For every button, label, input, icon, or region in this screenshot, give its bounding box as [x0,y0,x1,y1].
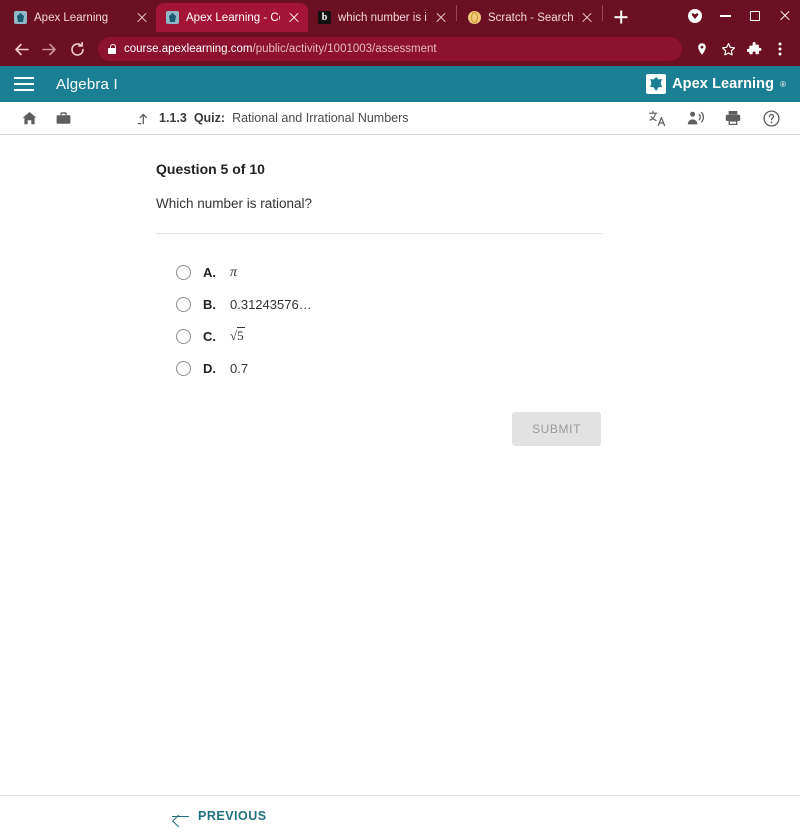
previous-label: PREVIOUS [198,809,267,823]
window-controls [680,3,800,32]
apex-favicon [14,11,27,24]
apex-favicon [166,11,179,24]
question-container: Question 5 of 10 Which number is rationa… [156,135,602,446]
tab-close-icon[interactable] [580,11,594,25]
tab-close-icon[interactable] [287,11,301,25]
activity-kind: Quiz: [193,111,226,125]
answer-option-b[interactable]: B. 0.31243576… [156,288,602,320]
option-letter: B. [203,296,216,312]
tab-title: Apex Learning [34,11,109,24]
browser-toolbar: course.apexlearning.com/public/activity/… [0,32,800,66]
radicand: 5 [237,327,245,343]
scratch-favicon [468,11,481,24]
breadcrumb: 1.1.3 Quiz: Rational and Irrational Numb… [134,109,409,127]
browser-tab-2[interactable]: Apex Learning - Course [156,3,308,32]
question-divider [156,233,602,234]
activity-tools [644,105,784,131]
tab-title: Apex Learning - Course [186,11,280,24]
answer-options: A. π B. 0.31243576… C. √5 D. 0.7 [156,256,602,384]
radio-button-b[interactable] [176,296,191,312]
radio-button-a[interactable] [176,264,191,280]
browser-tab-3[interactable]: which number is irratio [308,3,455,32]
extensions-icon[interactable] [742,37,766,61]
question-prompt: Which number is rational? [156,196,313,211]
close-window-button[interactable] [770,3,800,29]
arrow-left-icon [172,810,189,823]
submit-button[interactable]: SUBMIT [512,412,601,446]
browser-window: Apex Learning Apex Learning - Course whi… [0,0,800,836]
tab-title: Scratch - Search [488,11,573,24]
url-host: course.apexlearning.com [124,43,253,55]
read-aloud-icon[interactable] [682,105,708,131]
new-tab-button[interactable] [608,4,634,30]
radio-button-c[interactable] [176,328,191,344]
forward-button[interactable] [36,36,62,62]
secure-lock-icon [108,44,117,54]
tab-divider [456,5,457,21]
bing-favicon [318,11,331,24]
question-heading: Question 5 of 10 [156,161,265,177]
tab-close-icon[interactable] [135,11,149,25]
help-icon[interactable] [758,105,784,131]
radio-button-d[interactable] [176,360,191,376]
app-header: Algebra I Apex Learning ® [0,66,800,102]
option-letter: C. [203,328,216,344]
option-value-c: √5 [230,327,245,344]
apex-logo-trademark: ® [780,79,786,89]
browser-tab-4[interactable]: Scratch - Search [458,3,601,32]
answer-option-c[interactable]: C. √5 [156,320,602,352]
activity-number: 1.1.3 [159,111,187,125]
apex-logo-text: Apex Learning [672,76,775,92]
activity-subheader: 1.1.3 Quiz: Rational and Irrational Numb… [0,102,800,135]
square-root-symbol: √5 [230,327,245,343]
reload-button[interactable] [64,36,90,62]
option-letter: D. [203,360,216,376]
tab-divider [602,5,603,21]
print-icon[interactable] [720,105,746,131]
option-value-a: π [230,264,237,281]
briefcase-icon[interactable] [50,105,76,131]
submit-row: SUBMIT [156,412,602,446]
apex-learning-logo: Apex Learning ® [646,74,786,94]
previous-button[interactable]: PREVIOUS [172,809,267,823]
apex-learning-app: Algebra I Apex Learning ® 1.1.3 Quiz: Ra… [0,66,800,836]
chrome-menu-icon[interactable] [768,37,792,61]
option-letter: A. [203,264,216,280]
home-icon[interactable] [16,105,42,131]
option-value-b: 0.31243576… [230,296,312,312]
translate-icon[interactable] [644,105,670,131]
answer-option-a[interactable]: A. π [156,256,602,288]
activity-name: Rational and Irrational Numbers [232,111,409,125]
browser-tab-1[interactable]: Apex Learning [4,3,156,32]
pi-symbol: π [230,264,238,280]
address-bar[interactable]: course.apexlearning.com/public/activity/… [98,37,682,61]
minimize-window-button[interactable] [710,3,740,29]
address-bar-url: course.apexlearning.com/public/activity/… [124,43,437,55]
apex-logo-mark-icon [646,74,667,94]
browser-tab-strip: Apex Learning Apex Learning - Course whi… [0,0,800,32]
profile-avatar-icon[interactable] [680,3,710,29]
option-value-d: 0.7 [230,360,249,376]
question-content: Question 5 of 10 Which number is rationa… [0,135,800,795]
location-icon[interactable] [690,37,714,61]
hamburger-menu-icon[interactable] [14,77,34,91]
maximize-window-button[interactable] [740,3,770,29]
answer-option-d[interactable]: D. 0.7 [156,352,602,384]
activity-footer: PREVIOUS [0,795,800,836]
back-button[interactable] [8,36,34,62]
url-path: /public/activity/1001003/assessment [252,43,437,55]
bookmark-star-icon[interactable] [716,37,740,61]
tab-title: which number is irratio [338,11,427,24]
return-up-icon[interactable] [134,109,152,127]
course-title: Algebra I [56,75,118,93]
tab-close-icon[interactable] [434,11,448,25]
